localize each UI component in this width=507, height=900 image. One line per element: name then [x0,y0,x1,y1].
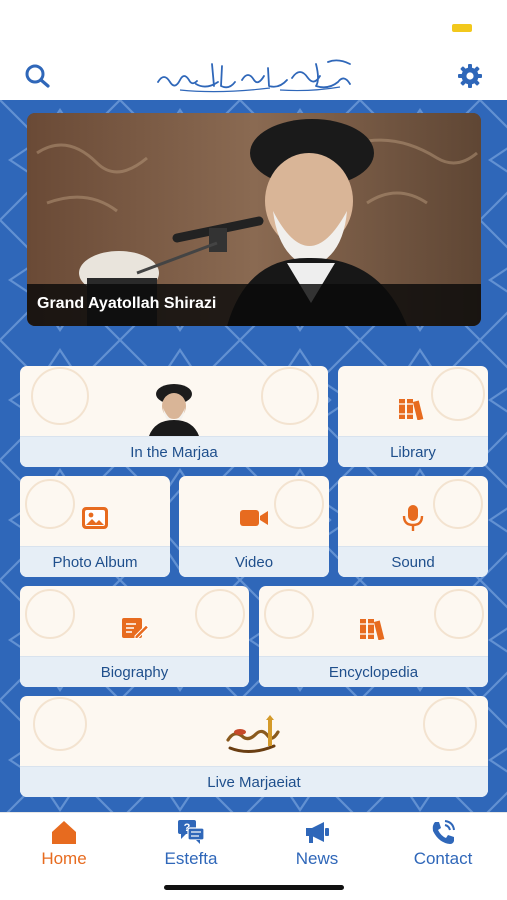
edit-document-icon [121,618,149,639]
home-icon [52,821,76,844]
main-content: Grand Ayatollah Shirazi In the Marjaa Li… [0,100,507,812]
tile-label: Video [179,546,329,577]
settings-button[interactable] [456,62,484,90]
tile-sound[interactable]: Sound [338,476,488,577]
tile-in-the-marjaa[interactable]: In the Marjaa [20,366,328,467]
gear-icon [458,64,482,88]
question-chat-icon: ? [178,820,205,844]
tile-label: In the Marjaa [20,436,328,467]
tile-label: Live Marjaeiat [20,766,488,797]
tab-label: Contact [413,849,473,868]
image-icon [82,507,108,529]
hero-banner[interactable]: Grand Ayatollah Shirazi [27,113,481,326]
microphone-icon [402,505,424,531]
books-icon [399,399,424,420]
tile-encyclopedia[interactable]: Encyclopedia [259,586,488,687]
calligraphy-logo [157,59,351,93]
tile-video[interactable]: Video [179,476,329,577]
app-header [0,50,507,100]
phone-icon [432,820,455,844]
tab-label: Home [41,849,87,868]
tile-biography[interactable]: Biography [20,586,249,687]
megaphone-icon [306,822,329,843]
search-button[interactable] [23,62,51,90]
tile-label: Encyclopedia [259,656,488,687]
tab-news[interactable]: News [262,819,372,871]
video-camera-icon [240,510,268,526]
tile-photo-album[interactable]: Photo Album [20,476,170,577]
status-bar [0,0,507,50]
tab-estefta[interactable]: ? Estefta [136,819,246,871]
tile-library[interactable]: Library [338,366,488,467]
books-icon [359,619,384,640]
tab-home[interactable]: Home [9,819,119,871]
battery-icon [452,24,472,32]
banner-caption: Grand Ayatollah Shirazi [27,284,481,326]
tab-label: Estefta [164,849,218,868]
tab-label: News [295,849,339,868]
tile-label: Sound [338,546,488,577]
tile-label: Library [338,436,488,467]
tab-contact[interactable]: Contact [388,819,498,871]
tile-label: Biography [20,656,249,687]
portrait-icon [149,384,199,436]
search-icon [25,64,50,88]
home-indicator [164,885,344,890]
marjaeiat-logo [226,715,280,753]
tile-label: Photo Album [20,546,170,577]
tile-live-marjaeiat[interactable]: Live Marjaeiat [20,696,488,797]
